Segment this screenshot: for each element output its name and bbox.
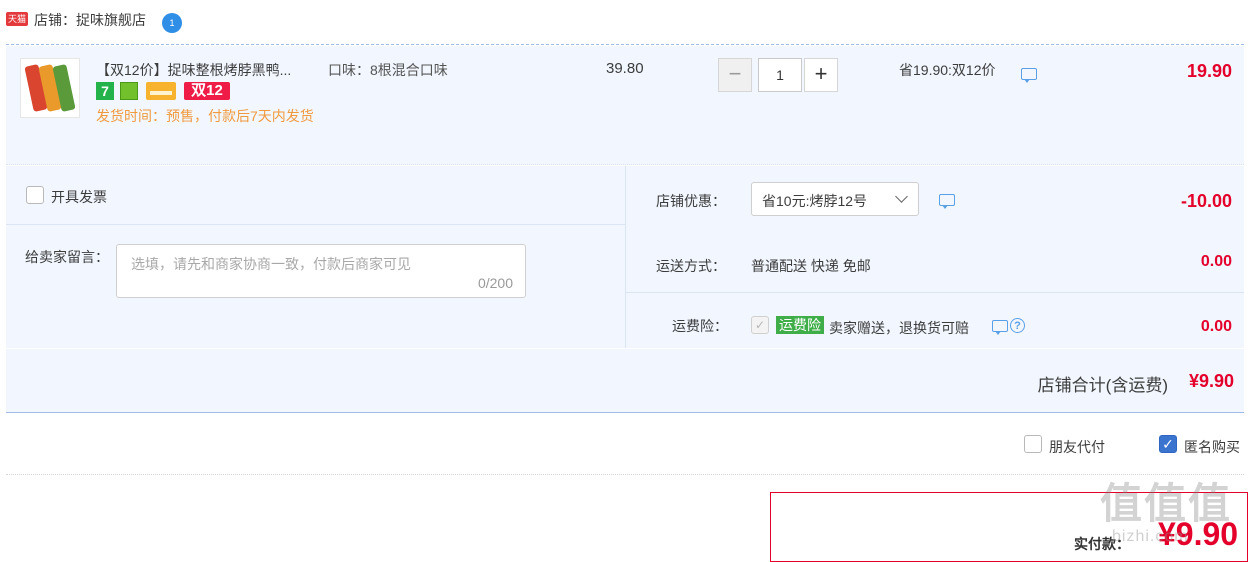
invoice-label: 开具发票: [51, 189, 107, 205]
seller-message-label: 给卖家留言：: [25, 249, 109, 265]
quantity-increase-button[interactable]: +: [804, 58, 838, 92]
seven-day-return-icon: 7: [96, 82, 114, 100]
product-thumbnail[interactable]: [20, 58, 80, 118]
quantity-stepper: − 1 +: [718, 58, 838, 92]
unit-price: 39.80: [606, 60, 644, 77]
friend-pay-label: 朋友代付: [1049, 439, 1105, 455]
shipping-time-note: 发货时间：预售，付款后7天内发货: [96, 108, 314, 124]
anonymous-purchase-checkbox[interactable]: ✓: [1159, 435, 1177, 453]
store-total-bar: 店铺合计(含运费) ¥9.90: [6, 349, 1244, 413]
guarantee-shield-icon: [120, 82, 138, 100]
product-sku-flavor: 口味：8根混合口味: [328, 62, 448, 78]
header-divider: [6, 44, 1244, 45]
tmall-badge: 天猫: [6, 12, 28, 26]
footer-divider: [6, 474, 1244, 475]
item-subtotal: 19.90: [1186, 61, 1232, 81]
cart-item-row: 【双12价】捉味整根烤脖黑鸭... 口味：8根混合口味 39.80 7 双12 …: [6, 46, 1244, 165]
double12-badge: 双12: [184, 82, 230, 100]
shipping-insurance-checkbox: ✓: [751, 316, 769, 334]
seller-message-placeholder: 选填，请先和商家协商一致，付款后商家可见: [131, 256, 411, 272]
store-coupon-select[interactable]: 省10元:烤脖12号: [751, 182, 919, 216]
options-divider-vertical: [625, 166, 626, 348]
promo-comment-icon[interactable]: [1021, 68, 1037, 83]
shipping-insurance-label: 运费险：: [672, 318, 728, 334]
store-total-label: 店铺合计(含运费): [1037, 376, 1168, 395]
store-total-amount: ¥9.90: [1188, 371, 1234, 391]
shipping-method-label: 运送方式：: [656, 258, 726, 274]
shipping-method-value: 普通配送 快递 免邮: [751, 258, 871, 274]
chevron-down-icon: [895, 190, 908, 203]
insurance-comment-icon[interactable]: [992, 320, 1008, 335]
seller-message-input[interactable]: 选填，请先和商家协商一致，付款后商家可见 0/200: [116, 244, 526, 298]
store-coupon-label: 店铺优惠：: [656, 193, 726, 209]
shipping-insurance-text: 卖家赠送，退换货可赔: [829, 320, 969, 336]
coupon-comment-icon[interactable]: [939, 194, 955, 209]
store-coupon-value: 省10元:烤脖12号: [762, 193, 868, 209]
shipping-insurance-amount: 0.00: [1200, 318, 1232, 335]
options-divider-right: [626, 292, 1244, 293]
shipping-insurance-tag: 运费险: [776, 316, 824, 334]
product-title-link[interactable]: 【双12价】捉味整根烤脖黑鸭...: [96, 60, 291, 80]
wangwang-chat-icon[interactable]: 1: [162, 13, 182, 33]
invoice-checkbox[interactable]: [26, 186, 44, 204]
watermark-url: bizhi.com: [1112, 528, 1189, 545]
shipping-fee: 0.00: [1200, 253, 1232, 270]
help-question-icon[interactable]: ?: [1010, 318, 1025, 333]
order-options-panel: 开具发票 给卖家留言： 选填，请先和商家协商一致，付款后商家可见 0/200 店…: [6, 166, 1244, 348]
store-name-link[interactable]: 店铺：捉味旗舰店: [34, 10, 146, 30]
item-promotion: 省19.90:双12价: [899, 62, 996, 78]
quantity-input[interactable]: 1: [758, 58, 802, 92]
options-divider-left: [6, 224, 625, 225]
friend-pay-checkbox[interactable]: [1024, 435, 1042, 453]
seller-message-counter: 0/200: [477, 275, 513, 291]
watermark-logo: 值值值: [1100, 480, 1233, 527]
anonymous-purchase-label: 匿名购买: [1184, 439, 1240, 455]
coupon-discount-amount: -10.00: [1180, 191, 1232, 211]
quantity-decrease-button[interactable]: −: [718, 58, 752, 92]
credit-card-icon: [146, 82, 176, 100]
